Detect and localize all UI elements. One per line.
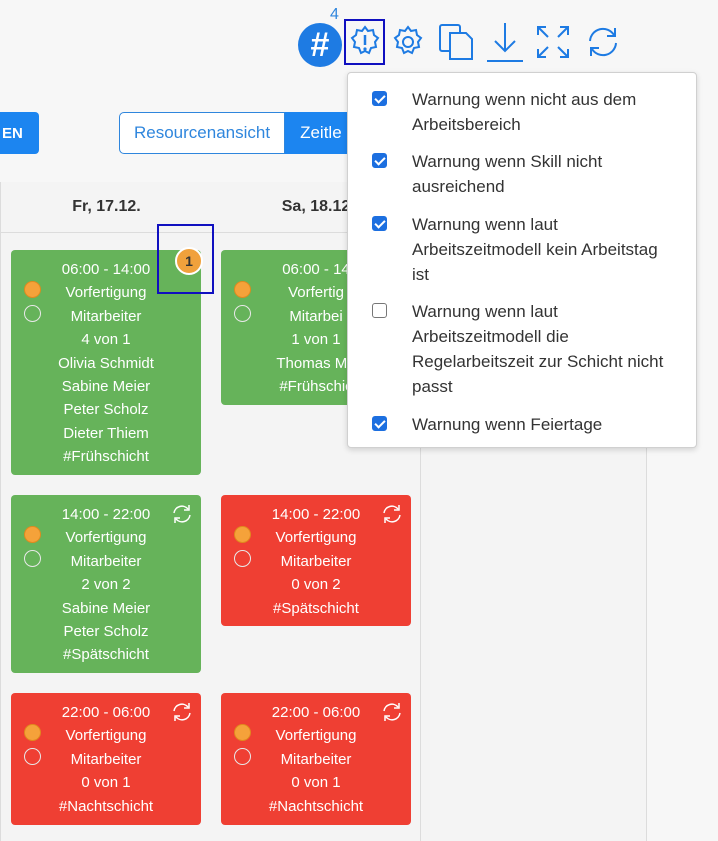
fullscreen-button[interactable]	[531, 20, 575, 64]
copy-icon	[439, 24, 473, 60]
shift-tag: #Spätschicht	[63, 646, 149, 664]
hash-button[interactable]: #	[298, 23, 342, 67]
shift-person: Peter Scholz	[63, 401, 149, 419]
shift-card-sat-night[interactable]: 22:00 - 06:00 Vorfertigung Mitarbeiter 0…	[221, 693, 411, 825]
warning-option-skill[interactable]: Warnung wenn Skill nicht ausreichend	[348, 149, 698, 201]
view-toggle: Resourcenansicht Zeitle	[119, 112, 357, 154]
highlight-box	[157, 224, 214, 294]
shift-person: Sabine Meier	[61, 378, 151, 396]
shift-card-fri-late[interactable]: 14:00 - 22:00 Vorfertigung Mitarbeiter 2…	[11, 495, 201, 673]
download-button[interactable]	[483, 20, 527, 64]
resource-view-button[interactable]: Resourcenansicht	[119, 112, 286, 154]
status-dot-icon	[24, 526, 41, 543]
shift-card-sat-late[interactable]: 14:00 - 22:00 Vorfertigung Mitarbeiter 0…	[221, 495, 411, 626]
settings-button[interactable]	[386, 20, 430, 64]
warning-settings-dropdown: Warnung wenn nicht aus dem Arbeitsbereic…	[347, 72, 697, 448]
shift-count: 0 von 1	[291, 774, 341, 792]
shift-count: 2 von 2	[81, 576, 131, 594]
shift-count: 0 von 1	[81, 774, 131, 792]
time-view-button[interactable]: Zeitle	[285, 112, 357, 154]
toolbar: 4 #	[0, 0, 718, 80]
shift-tag: #Spätschicht	[273, 599, 359, 617]
refresh-icon[interactable]	[381, 503, 403, 525]
hash-icon: #	[310, 25, 330, 64]
checkbox-checked[interactable]	[372, 216, 387, 231]
status-dot-empty-icon	[24, 550, 41, 567]
hash-count: 4	[330, 6, 339, 23]
warning-option-area[interactable]: Warnung wenn nicht aus dem Arbeitsbereic…	[348, 87, 698, 139]
checkbox-checked[interactable]	[372, 416, 387, 431]
option-label: Warnung wenn Feiertage	[412, 415, 603, 434]
shift-person: Dieter Thiem	[63, 424, 149, 442]
checkbox-checked[interactable]	[372, 153, 387, 168]
shift-tag: #Nachtschicht	[58, 797, 154, 815]
status-dot-icon	[234, 526, 251, 543]
option-label: Warnung wenn nicht aus dem Arbeitsbereic…	[412, 90, 637, 134]
option-label: Warnung wenn Skill nicht ausreichend	[412, 152, 603, 196]
status-dot-empty-icon	[234, 305, 251, 322]
shift-person: Sabine Meier	[61, 599, 151, 617]
checkbox-checked[interactable]	[372, 91, 387, 106]
download-icon	[487, 23, 523, 62]
gear-icon	[393, 25, 423, 55]
refresh-button[interactable]	[581, 20, 625, 64]
refresh-icon[interactable]	[171, 701, 193, 723]
refresh-icon	[589, 27, 617, 57]
status-dot-icon	[24, 724, 41, 741]
checkbox-unchecked[interactable]	[372, 303, 387, 318]
shift-tag: #Frühschicht	[63, 448, 149, 466]
view-left-button[interactable]: EN	[0, 112, 39, 154]
warning-option-regular-hours[interactable]: Warnung wenn laut Arbeitszeitmodell die …	[348, 299, 698, 401]
shift-person: Olivia Schmidt	[58, 354, 154, 372]
shift-card-fri-night[interactable]: 22:00 - 06:00 Vorfertigung Mitarbeiter 0…	[11, 693, 201, 825]
shift-count: 0 von 2	[291, 576, 341, 594]
refresh-icon[interactable]	[171, 503, 193, 525]
shift-person: Peter Scholz	[63, 623, 149, 641]
copy-button[interactable]	[434, 20, 478, 64]
status-dot-empty-icon	[234, 748, 251, 765]
status-dot-icon	[234, 724, 251, 741]
status-dot-icon	[24, 281, 41, 298]
highlight-box	[344, 19, 385, 65]
status-dot-icon	[234, 281, 251, 298]
status-dot-empty-icon	[24, 748, 41, 765]
status-dot-empty-icon	[234, 550, 251, 567]
warning-option-no-workday[interactable]: Warnung wenn laut Arbeitszeitmodell kein…	[348, 212, 698, 288]
shift-tag: #Nachtschicht	[268, 797, 364, 815]
refresh-icon[interactable]	[381, 701, 403, 723]
option-label: Warnung wenn laut Arbeitszeitmodell kein…	[412, 215, 658, 284]
shift-count: 4 von 1	[81, 331, 131, 349]
fullscreen-icon	[537, 26, 569, 58]
status-dot-empty-icon	[24, 305, 41, 322]
option-label: Warnung wenn laut Arbeitszeitmodell die …	[412, 302, 664, 396]
warning-option-holidays[interactable]: Warnung wenn Feiertage	[348, 412, 698, 438]
